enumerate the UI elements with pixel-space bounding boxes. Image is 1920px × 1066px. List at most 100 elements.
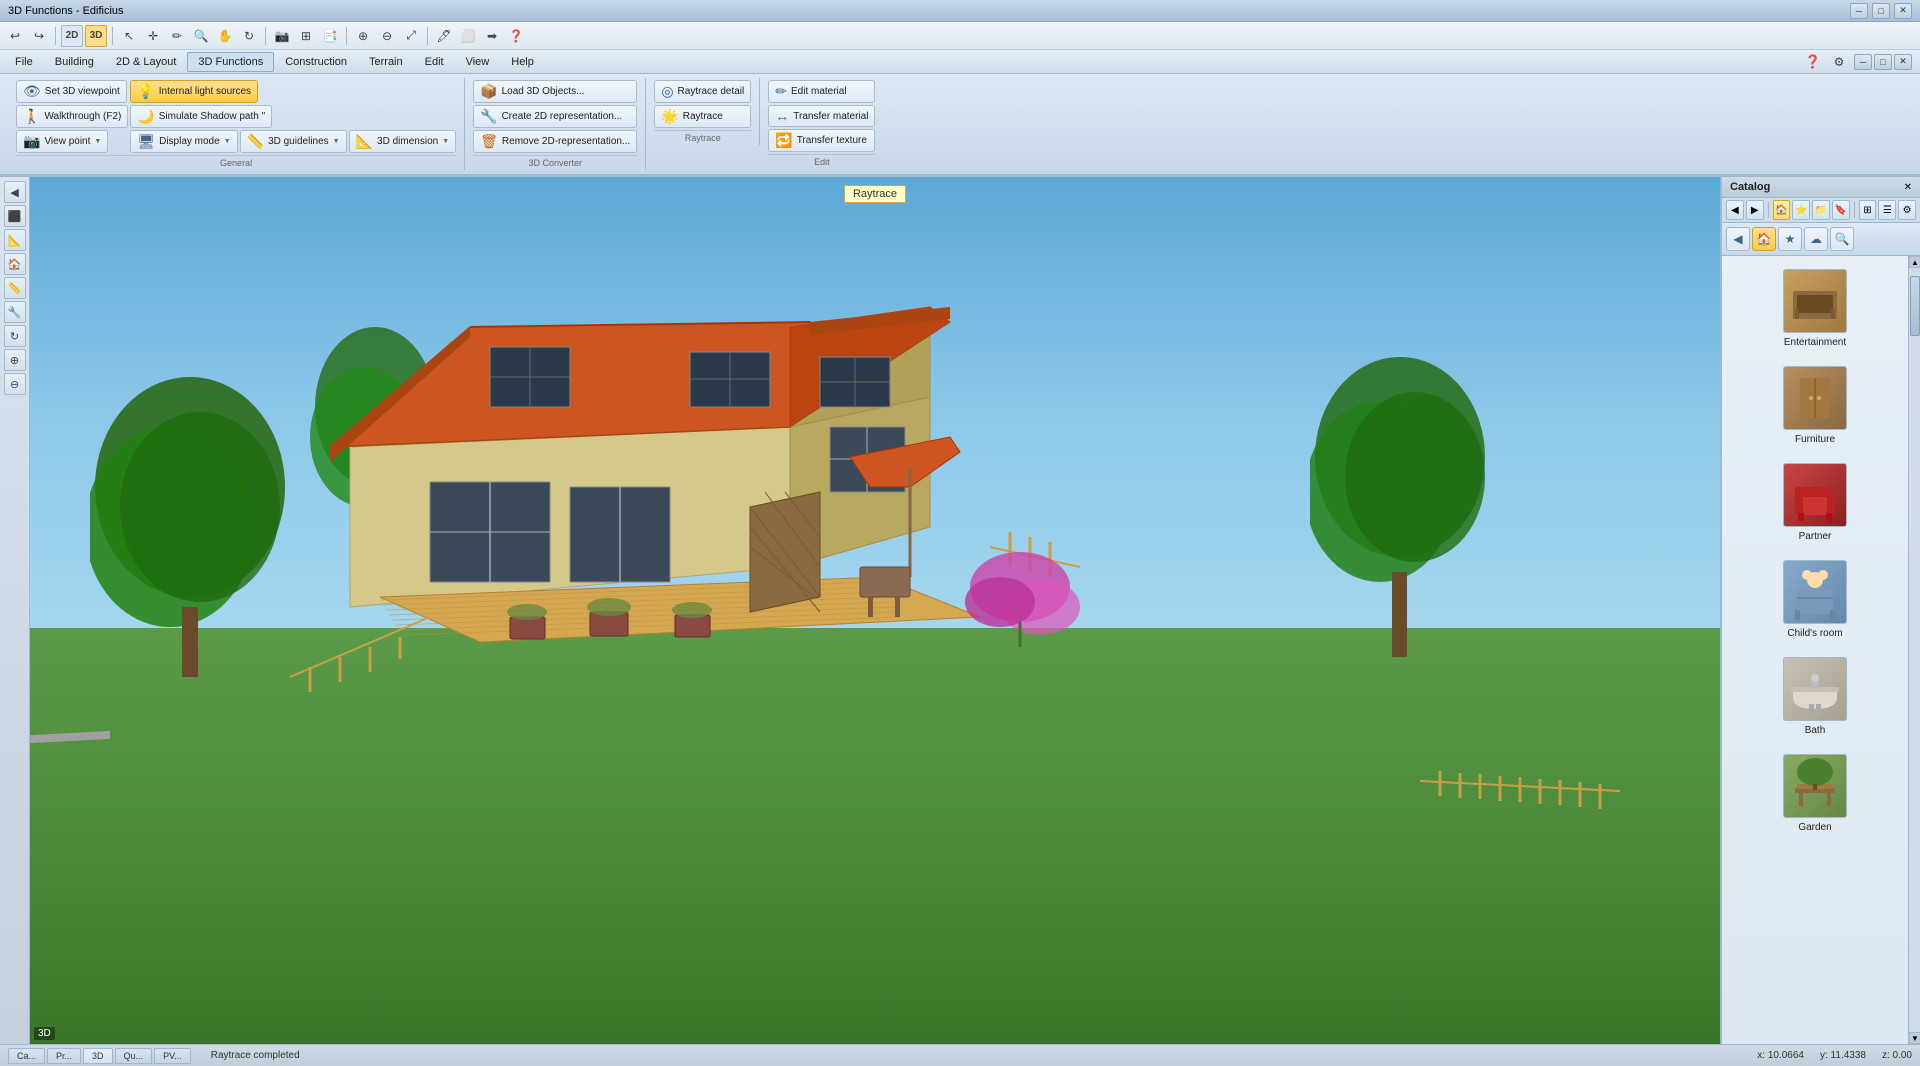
camera-icon[interactable]: 📷 [271, 25, 293, 47]
statusbar-tab-quality[interactable]: Qu... [115, 1048, 153, 1064]
catalog-item-childs-room[interactable]: Child's room [1771, 555, 1859, 644]
transfer-texture-btn[interactable]: 🔁 Transfer texture [768, 129, 875, 152]
statusbar-tab-3d[interactable]: 3D [83, 1048, 113, 1064]
viewport: Raytrace 3D [30, 177, 1720, 1044]
catalog-tb-back[interactable]: ◀ [1726, 227, 1750, 251]
menu-edit[interactable]: Edit [414, 52, 455, 72]
settings-icon[interactable]: ⚙ [1828, 51, 1850, 73]
catalog-tb-favorite[interactable]: ★ [1778, 227, 1802, 251]
statusbar-tab-catalog[interactable]: Ca... [8, 1048, 45, 1064]
create-2d-rep-btn[interactable]: 🔧 Create 2D representation... [473, 105, 637, 128]
menu-3d-functions[interactable]: 3D Functions [187, 52, 274, 72]
catalog-scrollbar[interactable]: ▲ ▼ [1908, 256, 1920, 1044]
menu-view[interactable]: View [455, 52, 501, 72]
catalog-settings-btn[interactable]: ⚙ [1898, 200, 1916, 220]
draw-icon[interactable]: ✏ [166, 25, 188, 47]
left-btn-9[interactable]: ⊖ [4, 373, 26, 395]
scroll-thumb[interactable] [1910, 276, 1920, 336]
left-btn-7[interactable]: ↻ [4, 325, 26, 347]
left-btn-1[interactable]: ◀ [4, 181, 26, 203]
catalog-bookmark-btn[interactable]: 🔖 [1832, 200, 1850, 220]
layers-icon[interactable]: 📑 [319, 25, 341, 47]
panel-min-btn[interactable]: ─ [1854, 54, 1872, 70]
zoom-in-icon[interactable]: ⊕ [352, 25, 374, 47]
help-q-icon[interactable]: ❓ [1802, 51, 1824, 73]
menu-2d-layout[interactable]: 2D & Layout [105, 52, 188, 72]
3d-mode-btn[interactable]: 3D [85, 25, 107, 47]
raytrace-btn[interactable]: 🌟 Raytrace [654, 105, 751, 128]
left-btn-3[interactable]: 📐 [4, 229, 26, 251]
catalog-back-btn[interactable]: ◀ [1726, 200, 1744, 220]
view-point-btn[interactable]: 📷 View point ▼ [16, 130, 108, 153]
catalog-item-entertainment[interactable]: Entertainment [1771, 264, 1859, 353]
catalog-list-btn[interactable]: ☰ [1878, 200, 1896, 220]
catalog-forward-btn[interactable]: ▶ [1746, 200, 1764, 220]
left-btn-8[interactable]: ⊕ [4, 349, 26, 371]
left-btn-5[interactable]: 📏 [4, 277, 26, 299]
internal-light-sources-btn[interactable]: 💡 internal-light-sources Internal light … [130, 80, 258, 103]
redo-icon[interactable]: ↪ [28, 25, 50, 47]
panel-close-btn[interactable]: ✕ [1894, 54, 1912, 70]
3d-guidelines-btn[interactable]: 📏 3D guidelines ▼ [240, 130, 347, 153]
fit-icon[interactable]: ⤢ [400, 25, 422, 47]
menu-terrain[interactable]: Terrain [358, 52, 414, 72]
statusbar-coords: x: 10.0664 y: 11.4338 z: 0.00 [1757, 1050, 1912, 1061]
catalog-header-close[interactable]: ✕ [1904, 182, 1912, 193]
menu-construction[interactable]: Construction [274, 52, 358, 72]
catalog-item-furniture[interactable]: Furniture [1771, 361, 1859, 450]
edit-material-btn[interactable]: ✏ Edit material [768, 80, 875, 103]
close-button[interactable]: ✕ [1894, 3, 1912, 19]
catalog-item-partner[interactable]: Partner [1771, 458, 1859, 547]
catalog-view-btn[interactable]: ⊞ [1859, 200, 1877, 220]
remove-2d-label: Remove 2D-representation... [502, 136, 630, 147]
arrow-icon[interactable]: ➡ [481, 25, 503, 47]
panel-max-btn[interactable]: □ [1874, 54, 1892, 70]
zoom-icon[interactable]: 🔍 [190, 25, 212, 47]
help-icon[interactable]: ❓ [505, 25, 527, 47]
display-mode-btn[interactable]: 🖥 Display mode ▼ [130, 130, 237, 153]
select-icon[interactable]: ↖ [118, 25, 140, 47]
3d-dimension-btn[interactable]: 📐 3D dimension ▼ [349, 130, 457, 153]
grid-icon[interactable]: ⊞ [295, 25, 317, 47]
simulate-shadow-btn[interactable]: 🌙 Simulate Shadow path " [130, 105, 272, 128]
undo-icon[interactable]: ↩ [4, 25, 26, 47]
restore-button[interactable]: □ [1872, 3, 1890, 19]
catalog-item-bath[interactable]: Bath [1771, 652, 1859, 741]
2d-mode-btn[interactable]: 2D [61, 25, 83, 47]
catalog-star-btn[interactable]: ⭐ [1792, 200, 1810, 220]
scroll-up-arrow[interactable]: ▲ [1909, 256, 1920, 268]
menu-file[interactable]: File [4, 52, 44, 72]
rotate-icon[interactable]: ↻ [238, 25, 260, 47]
menu-help[interactable]: Help [500, 52, 545, 72]
ribbon-row-5: 🌙 Simulate Shadow path " [130, 105, 456, 128]
raytrace-detail-icon: ◎ [661, 83, 673, 100]
pan-icon[interactable]: ✋ [214, 25, 236, 47]
catalog-tb-cloud[interactable]: ☁ [1804, 227, 1828, 251]
walkthrough-btn[interactable]: 🚶 Walkthrough (F2) [16, 105, 128, 128]
statusbar-tab-properties[interactable]: Pr... [47, 1048, 81, 1064]
menubar: File Building 2D & Layout 3D Functions C… [0, 50, 1920, 74]
move-icon[interactable]: ✛ [142, 25, 164, 47]
scroll-down-arrow[interactable]: ▼ [1909, 1032, 1920, 1044]
catalog-folder-btn[interactable]: 📁 [1812, 200, 1830, 220]
eraser-icon[interactable]: ⬜ [457, 25, 479, 47]
load-3d-objects-btn[interactable]: 📦 Load 3D Objects... [473, 80, 637, 103]
toolbar-area: ↩ ↪ 2D 3D ↖ ✛ ✏ 🔍 ✋ ↻ 📷 ⊞ 📑 ⊕ ⊖ ⤢ 🖊 ⬜ ➡ … [0, 22, 1920, 177]
catalog-tb-home[interactable]: 🏠 [1752, 227, 1776, 251]
left-btn-2[interactable]: ⬛ [4, 205, 26, 227]
transfer-material-btn[interactable]: ↔ Transfer material [768, 105, 875, 127]
zoom-out-icon[interactable]: ⊖ [376, 25, 398, 47]
catalog-tb-search[interactable]: 🔍 [1830, 227, 1854, 251]
pencil-icon[interactable]: 🖊 [433, 25, 455, 47]
separator-4 [346, 27, 347, 45]
menu-building[interactable]: Building [44, 52, 105, 72]
left-btn-6[interactable]: 🔧 [4, 301, 26, 323]
catalog-home-btn[interactable]: 🏠 [1773, 200, 1791, 220]
catalog-item-garden[interactable]: Garden [1771, 749, 1859, 838]
remove-2d-rep-btn[interactable]: 🗑 Remove 2D-representation... [473, 130, 637, 153]
left-btn-4[interactable]: 🏠 [4, 253, 26, 275]
minimize-button[interactable]: ─ [1850, 3, 1868, 19]
statusbar-tab-pv[interactable]: PV... [154, 1048, 191, 1064]
set-3d-viewpoint-btn[interactable]: 👁 Set 3D viewpoint [16, 80, 127, 103]
raytrace-detail-btn[interactable]: ◎ Raytrace detail [654, 80, 751, 103]
